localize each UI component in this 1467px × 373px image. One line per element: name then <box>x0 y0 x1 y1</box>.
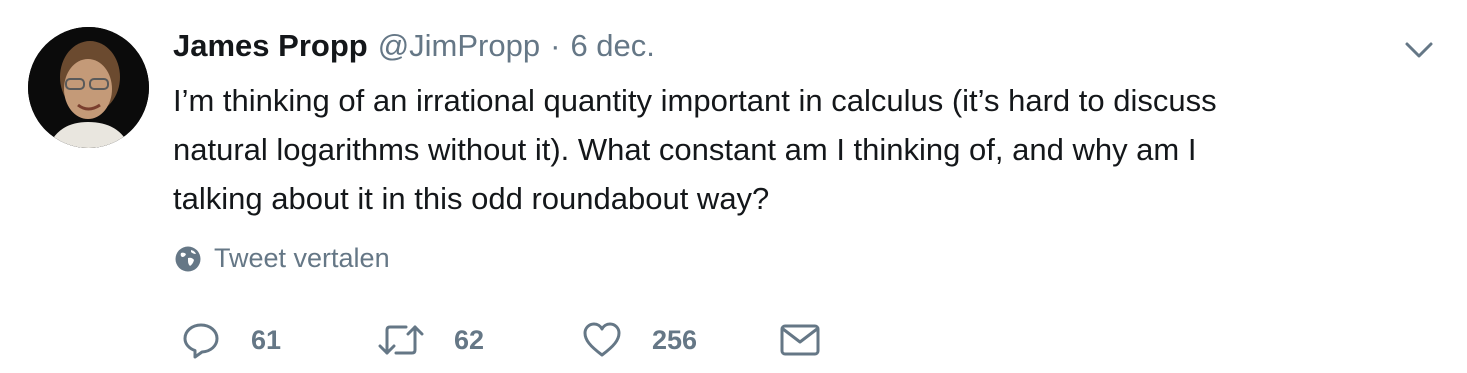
translate-label: Tweet vertalen <box>214 243 390 273</box>
direct-message-button[interactable] <box>779 318 821 362</box>
header-separator: · <box>550 28 561 63</box>
avatar-photo <box>28 27 149 148</box>
tweet-text: I’m thinking of an irrational quantity i… <box>173 83 1217 216</box>
tweet: James Propp @JimPropp · 6 dec. I’m think… <box>0 0 1467 373</box>
chevron-down-icon[interactable] <box>1404 38 1434 62</box>
retweet-button[interactable]: 62 <box>378 318 484 362</box>
heart-icon <box>583 322 621 357</box>
like-button[interactable]: 256 <box>582 318 697 362</box>
author-handle[interactable]: @JimPropp <box>378 26 540 66</box>
envelope-icon <box>780 324 820 356</box>
translate-tweet-link[interactable]: Tweet vertalen <box>174 243 390 274</box>
author-name[interactable]: James Propp <box>173 26 368 66</box>
retweet-count: 62 <box>454 324 485 355</box>
tweet-header: James Propp @JimPropp · 6 dec. <box>173 26 655 66</box>
reply-count: 61 <box>251 324 282 355</box>
globe-icon <box>175 246 201 271</box>
tweet-timestamp[interactable]: 6 dec. <box>570 26 654 66</box>
reply-button[interactable]: 61 <box>181 318 281 362</box>
reply-icon <box>183 323 219 359</box>
retweet-icon <box>378 325 424 355</box>
avatar[interactable] <box>28 27 149 148</box>
like-count: 256 <box>652 324 698 355</box>
